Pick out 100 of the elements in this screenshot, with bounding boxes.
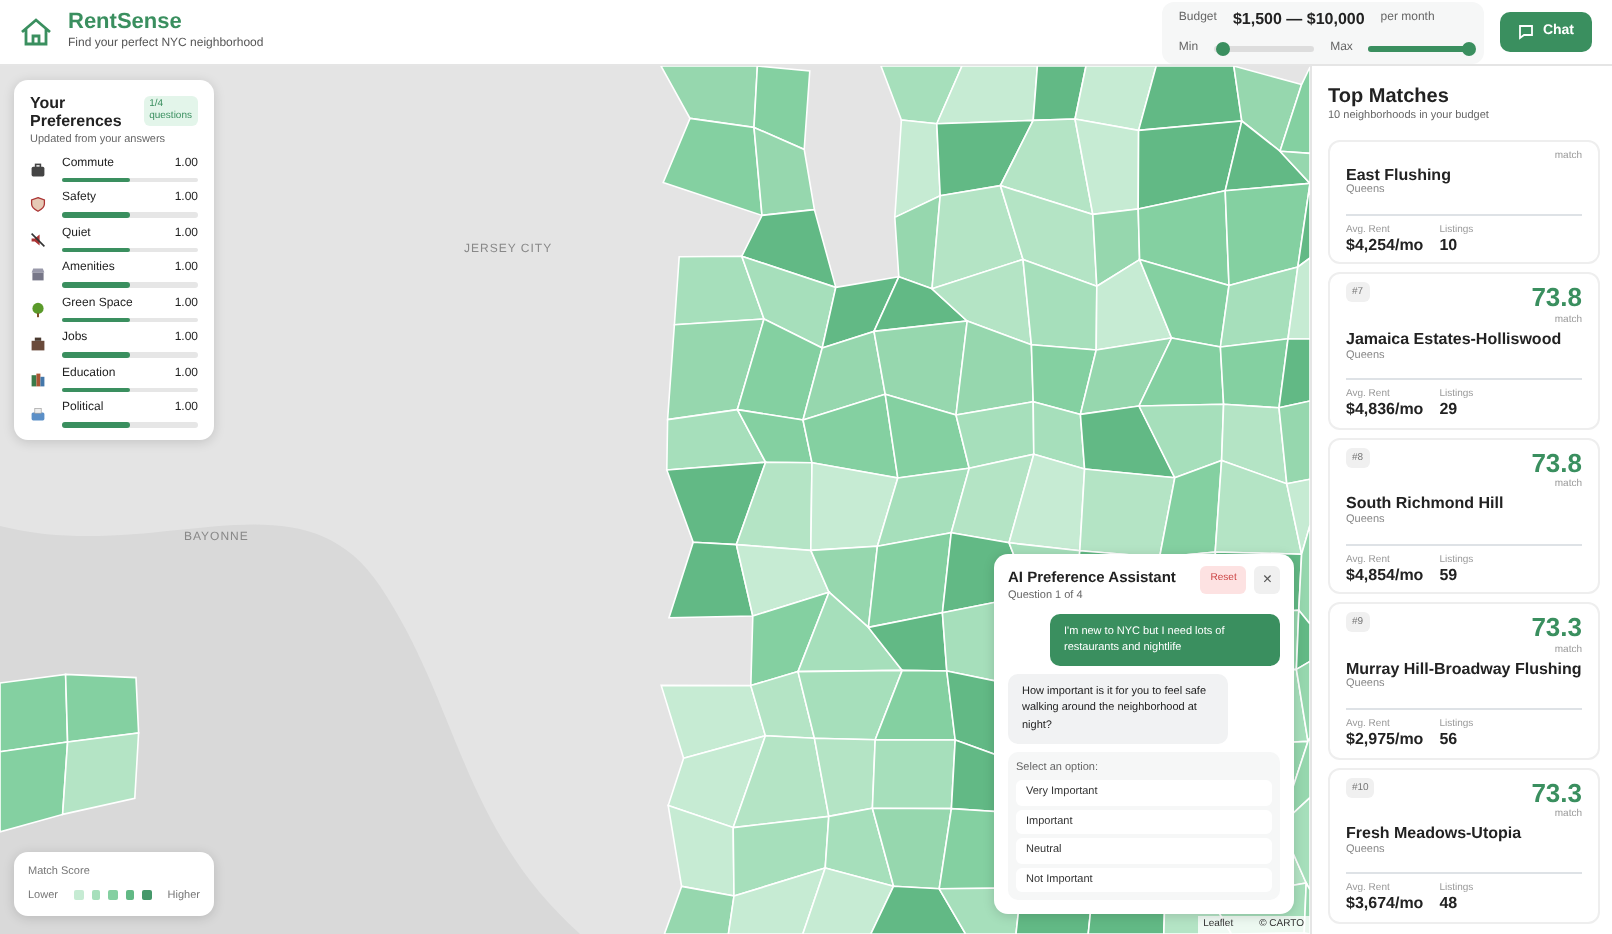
neighborhood-region[interactable] <box>61 732 140 816</box>
neighborhood-region[interactable] <box>1220 403 1288 485</box>
neighborhood-region[interactable] <box>1091 208 1141 288</box>
neighborhood-region[interactable] <box>876 467 971 548</box>
neighborhood-region[interactable] <box>809 545 879 630</box>
neighborhood-region[interactable] <box>1079 405 1177 479</box>
chat-icon <box>1518 24 1535 40</box>
neighborhood-region[interactable] <box>999 184 1098 288</box>
rent-value: $4,854/mo <box>1346 565 1424 585</box>
neighborhood-region[interactable] <box>753 126 816 217</box>
neighborhood-region[interactable] <box>1158 459 1223 559</box>
listings-value: 29 <box>1439 400 1460 420</box>
slider-thumb[interactable] <box>1216 41 1231 55</box>
neighborhood-region[interactable] <box>667 734 767 829</box>
neighborhood-region[interactable] <box>1137 66 1243 132</box>
neighborhood-region[interactable] <box>1219 265 1299 348</box>
neighborhood-region[interactable] <box>879 66 964 125</box>
listings-value: 10 <box>1439 235 1460 255</box>
neighborhood-region[interactable] <box>801 330 887 422</box>
neighborhood-region[interactable] <box>873 320 969 417</box>
neighborhood-region[interactable] <box>740 208 837 289</box>
slider-thumb[interactable] <box>1462 41 1477 55</box>
neighborhood-region[interactable] <box>732 815 830 898</box>
neighborhood-region[interactable] <box>1030 343 1098 416</box>
neighborhood-region[interactable] <box>1224 119 1310 192</box>
neighborhood-region[interactable] <box>801 867 895 934</box>
neighborhood-region[interactable] <box>666 408 767 471</box>
neighborhood-region[interactable] <box>1285 478 1310 555</box>
neighborhood-region[interactable] <box>950 453 1035 544</box>
neighborhood-region[interactable] <box>1278 338 1310 409</box>
neighborhood-region[interactable] <box>869 885 967 934</box>
neighborhood-region[interactable] <box>797 669 904 741</box>
neighborhood-region[interactable] <box>930 258 1033 346</box>
neighborhood-region[interactable] <box>874 669 957 741</box>
neighborhood-region[interactable] <box>893 194 942 290</box>
neighborhood-region[interactable] <box>1219 337 1289 409</box>
neighborhood-region[interactable] <box>1007 453 1086 552</box>
neighborhood-region[interactable] <box>1137 189 1230 287</box>
neighborhood-region[interactable] <box>955 400 1035 470</box>
neighborhood-region[interactable] <box>867 531 953 629</box>
neighborhood-region[interactable] <box>1278 66 1310 155</box>
neighborhood-region[interactable] <box>1287 256 1310 340</box>
neighborhood-region[interactable] <box>999 118 1094 216</box>
neighborhood-region[interactable] <box>1032 66 1087 122</box>
neighborhood-region[interactable] <box>1032 400 1086 471</box>
neighborhood-region[interactable] <box>665 461 767 546</box>
neighborhood-region[interactable] <box>673 255 766 326</box>
neighborhood-region[interactable] <box>821 275 901 350</box>
neighborhood-region[interactable] <box>802 393 899 479</box>
neighborhood-region[interactable] <box>871 807 953 890</box>
neighborhood-region[interactable] <box>1078 468 1176 559</box>
neighborhood-region[interactable] <box>1232 66 1303 153</box>
neighborhood-region[interactable] <box>1137 120 1243 210</box>
neighborhood-region[interactable] <box>893 119 942 219</box>
neighborhood-region[interactable] <box>884 393 971 479</box>
neighborhood-region[interactable] <box>813 737 877 818</box>
neighborhood-region[interactable] <box>1224 182 1310 287</box>
neighborhood-region[interactable] <box>810 461 899 552</box>
neighborhood-region[interactable] <box>727 866 827 934</box>
neighborhood-region[interactable] <box>871 739 957 810</box>
neighborhood-region[interactable] <box>1074 118 1140 216</box>
neighborhood-region[interactable] <box>663 885 735 934</box>
neighborhood-region[interactable] <box>749 590 831 687</box>
neighborhood-region[interactable] <box>735 543 831 618</box>
neighborhood-region[interactable] <box>1296 182 1310 269</box>
shield-icon <box>30 196 46 213</box>
neighborhood-region[interactable] <box>1278 400 1310 485</box>
neighborhood-region[interactable] <box>935 119 1035 197</box>
close-button[interactable]: × <box>1254 566 1280 593</box>
neighborhood-region[interactable] <box>1095 258 1173 351</box>
neighborhood-region[interactable] <box>1079 336 1173 416</box>
neighborhood-region[interactable] <box>955 319 1035 416</box>
neighborhood-region[interactable] <box>735 408 813 464</box>
neighborhood-region[interactable] <box>660 684 767 760</box>
neighborhood-region[interactable] <box>667 541 754 619</box>
neighborhood-region[interactable] <box>0 741 69 833</box>
rent-value: $2,975/mo <box>1346 729 1424 749</box>
neighborhood-region[interactable] <box>1022 258 1098 351</box>
match-score: 73.3 <box>1531 612 1582 644</box>
neighborhood-region[interactable] <box>735 461 813 552</box>
neighborhood-region[interactable] <box>1137 403 1225 479</box>
neighborhood-region[interactable] <box>732 734 830 829</box>
neighborhood-region[interactable] <box>796 590 904 673</box>
neighborhood-region[interactable] <box>666 318 766 421</box>
neighborhood-region[interactable] <box>866 611 948 672</box>
neighborhood-region[interactable] <box>931 184 1024 290</box>
neighborhood-region[interactable] <box>824 807 895 888</box>
neighborhood-region[interactable] <box>749 670 816 740</box>
neighborhood-region[interactable] <box>1298 524 1310 627</box>
neighborhood-region[interactable] <box>667 804 735 897</box>
neighborhood-region[interactable] <box>872 275 970 333</box>
neighborhood-region[interactable] <box>662 117 763 217</box>
neighborhood-region[interactable] <box>740 254 837 350</box>
neighborhood-region[interactable] <box>1074 66 1158 132</box>
neighborhood-region[interactable] <box>659 66 759 129</box>
neighborhood-region[interactable] <box>1138 258 1230 348</box>
neighborhood-region[interactable] <box>1214 459 1303 556</box>
neighborhood-region[interactable] <box>753 66 811 151</box>
neighborhood-region[interactable] <box>1137 337 1225 407</box>
neighborhood-region[interactable] <box>935 66 1039 125</box>
